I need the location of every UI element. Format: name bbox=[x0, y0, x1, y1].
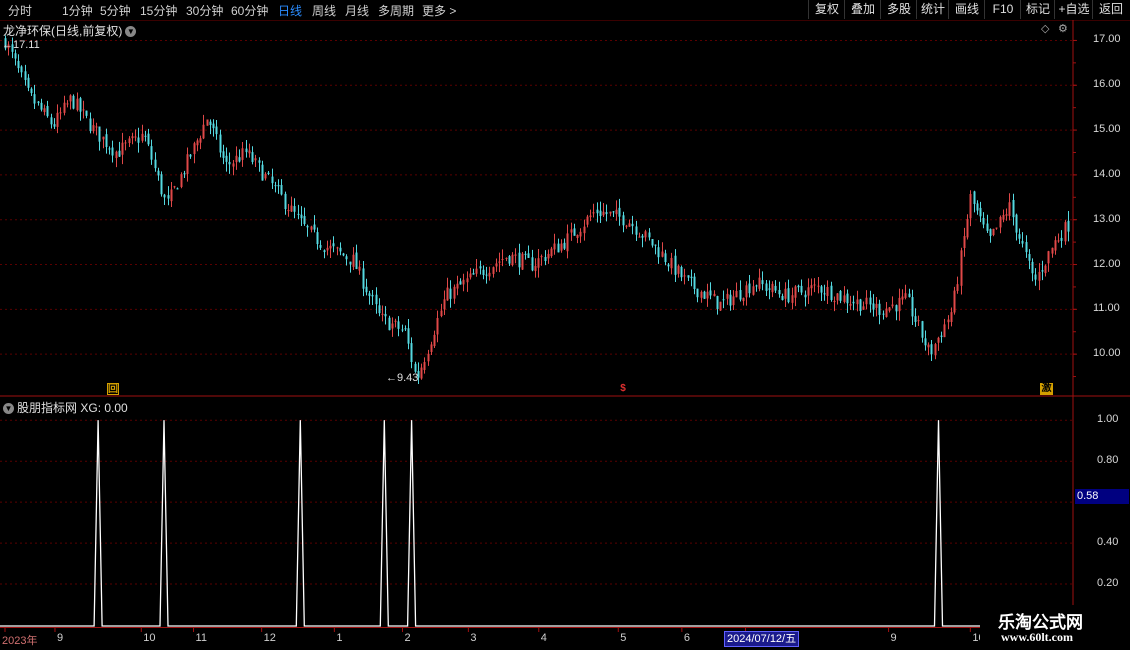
price-tick-label: 15.00 bbox=[1093, 123, 1121, 136]
indicator-name: 股朋指标网 bbox=[17, 401, 78, 415]
date-tick-label: 6 bbox=[683, 632, 690, 644]
date-tick-label: 11 bbox=[195, 632, 207, 644]
date-tick-label: 9 bbox=[890, 632, 897, 644]
date-tick-label: 9 bbox=[56, 632, 64, 644]
price-tick-label: 17.00 bbox=[1093, 33, 1121, 46]
indicator-tick-label: 0.20 bbox=[1097, 577, 1119, 590]
price-tick-label: 10.00 bbox=[1093, 347, 1121, 360]
current-value-badge: 0.58 bbox=[1075, 489, 1129, 504]
date-tick-label: 2 bbox=[404, 632, 411, 644]
chevron-down-icon[interactable]: ▼ bbox=[125, 26, 137, 38]
stock-title-text: 龙净环保(日线,前复权) bbox=[3, 24, 123, 38]
chevron-down-icon[interactable]: ▼ bbox=[3, 403, 14, 415]
event-marker-dollar[interactable]: $ bbox=[617, 383, 629, 395]
indicator-value: XG: 0.00 bbox=[80, 401, 128, 415]
high-annotation: ←17.11 bbox=[2, 39, 40, 51]
price-tick-label: 16.00 bbox=[1093, 78, 1121, 91]
indicator-tick-label: 0.40 bbox=[1097, 536, 1119, 549]
settings-icon[interactable]: ⚙ bbox=[1058, 22, 1068, 35]
stock-title[interactable]: 龙净环保(日线,前复权) ▼ bbox=[3, 22, 137, 39]
indicator-tick-label: 1.00 bbox=[1097, 413, 1119, 426]
date-tick-label: 1 bbox=[336, 632, 343, 644]
event-marker-review[interactable]: 回 bbox=[107, 383, 119, 395]
indicator-chart[interactable] bbox=[0, 0, 1130, 650]
price-tick-label: 14.00 bbox=[1093, 167, 1121, 180]
watermark-url: www.60lt.com bbox=[1001, 630, 1073, 644]
indicator-title[interactable]: ▼ 股朋指标网 XG: 0.00 bbox=[3, 399, 128, 416]
date-tick-label: 2023年 bbox=[2, 635, 38, 647]
price-tick-label: 11.00 bbox=[1093, 302, 1120, 315]
low-annotation: ←9.43 bbox=[386, 372, 419, 384]
event-marker-excite[interactable]: 激 bbox=[1040, 383, 1053, 395]
price-tick-label: 13.00 bbox=[1093, 212, 1121, 225]
price-tick-label: 12.00 bbox=[1093, 257, 1121, 270]
date-tick-label: 4 bbox=[540, 632, 547, 644]
indicator-tick-label: 0.80 bbox=[1097, 454, 1119, 467]
cursor-date-label: 2024/07/12/五 bbox=[724, 631, 800, 647]
date-tick-label: 12 bbox=[263, 632, 276, 644]
date-tick-label: 5 bbox=[620, 632, 627, 644]
date-tick-label: 3 bbox=[470, 632, 477, 644]
diamond-icon[interactable]: ◇ bbox=[1041, 22, 1049, 35]
date-tick-label: 10 bbox=[143, 632, 156, 644]
xg-signal-line bbox=[0, 420, 1073, 627]
